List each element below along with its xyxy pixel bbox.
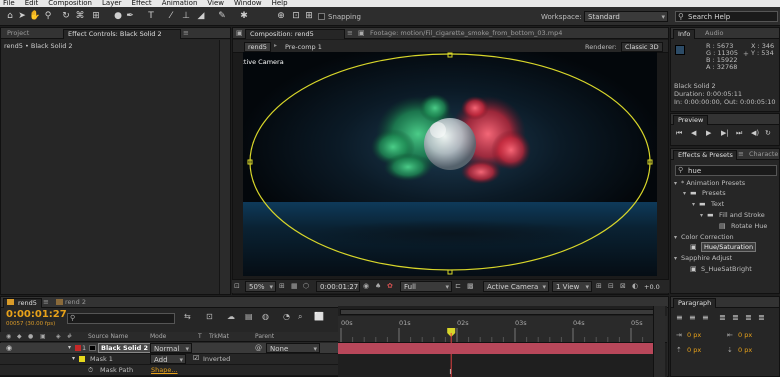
align-left-icon[interactable]: ≡ <box>676 313 683 322</box>
align-center-icon[interactable]: ≡ <box>689 313 696 322</box>
space-after-icon: ⇣ <box>727 346 733 354</box>
justify-right-icon[interactable]: ≣ <box>745 313 752 322</box>
ruler-label: 05s <box>631 319 643 327</box>
align-right-icon[interactable]: ≡ <box>702 313 709 322</box>
paragraph-panel: Paragraph ≡ ≡ ≡ ≣ ≣ ≣ ≣ ⇥ 0 px ⇤ 0 px ⇡ … <box>670 296 780 377</box>
ruler-label: 04s <box>573 319 585 327</box>
ruler-label: 01s <box>399 319 411 327</box>
indent-left-value[interactable]: 0 px <box>687 331 701 339</box>
justify-all-icon[interactable]: ≣ <box>758 313 765 322</box>
ruler-label: 00s <box>341 319 353 327</box>
space-before-value[interactable]: 0 px <box>687 346 701 354</box>
layer-duration-bar[interactable] <box>338 343 653 354</box>
indent-left-icon: ⇥ <box>676 331 682 339</box>
justify-center-icon[interactable]: ≣ <box>732 313 739 322</box>
tab-paragraph[interactable]: Paragraph <box>673 298 717 308</box>
space-before-icon: ⇡ <box>676 346 682 354</box>
ruler-label: 03s <box>515 319 527 327</box>
space-after-value[interactable]: 0 px <box>738 346 752 354</box>
timeline-scrollbar[interactable] <box>653 306 665 377</box>
justify-left-icon[interactable]: ≣ <box>719 313 726 322</box>
paragraph-tabbar: Paragraph <box>671 297 779 308</box>
mask-path-keyframe-icon[interactable]: I <box>449 368 451 376</box>
ruler-label: 02s <box>457 319 469 327</box>
indent-right-value[interactable]: 0 px <box>738 331 752 339</box>
indent-right-icon: ⇤ <box>727 331 733 339</box>
